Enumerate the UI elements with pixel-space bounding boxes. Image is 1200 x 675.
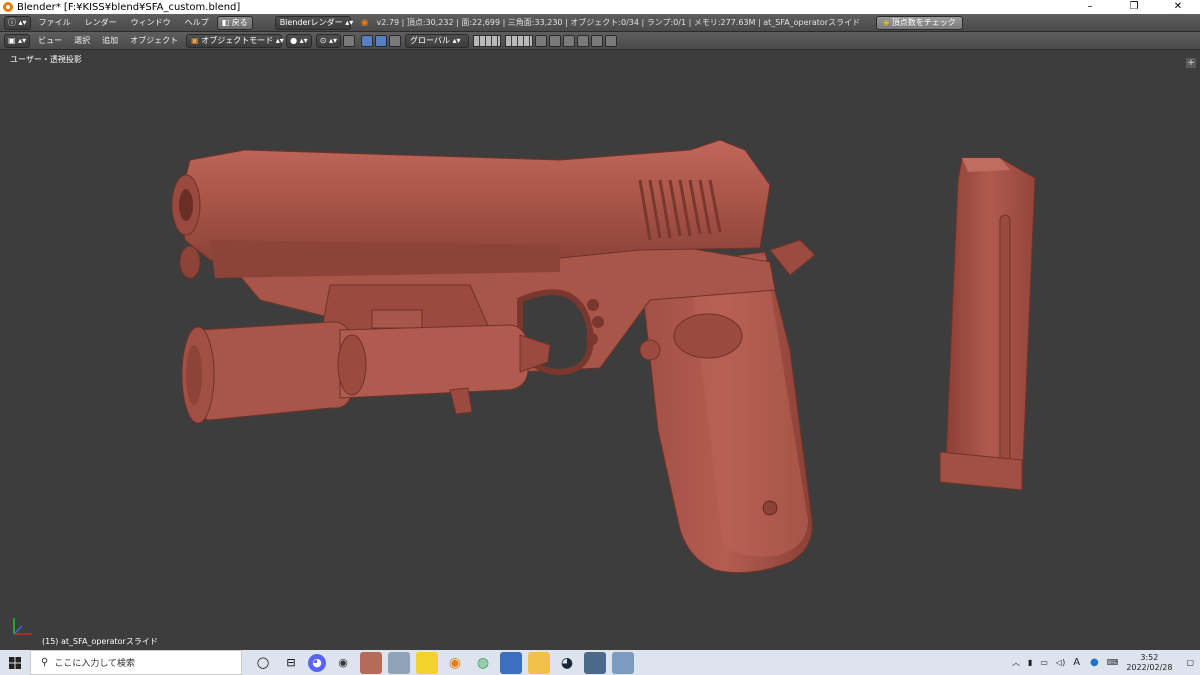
orientation-select[interactable]: グローバル ▴▾: [404, 33, 469, 48]
clock-date: 2022/02/28: [1126, 662, 1173, 672]
layer-buttons-2[interactable]: [504, 34, 533, 47]
back-button[interactable]: ◧ 戻る: [216, 15, 253, 30]
snipping-tool-icon[interactable]: [612, 651, 634, 674]
back-icon: ◧: [221, 17, 232, 27]
proportional-edit-icon[interactable]: [548, 34, 561, 47]
network-icon[interactable]: ▭: [1040, 658, 1048, 667]
check-vertices-button[interactable]: ◈ 頂点数をチェック: [876, 15, 963, 30]
render-engine-label: Blenderレンダー: [279, 17, 343, 27]
discord-icon[interactable]: ◕: [308, 653, 326, 672]
window-titlebar: Blender* [F:¥KISS¥blend¥SFA_custom.blend…: [0, 0, 1200, 14]
character-app-icon[interactable]: [360, 651, 382, 674]
view3d-editor-type-button[interactable]: ▣ ▴▾: [4, 33, 31, 48]
menu-help[interactable]: ヘルプ: [185, 17, 209, 28]
menu-view[interactable]: ビュー: [38, 35, 62, 46]
3d-viewport[interactable]: +: [0, 50, 1200, 650]
snap-target-icon[interactable]: [576, 34, 589, 47]
calculator-icon[interactable]: [584, 651, 606, 674]
system-tray: ︿ ▮ ▭ ◁) A ● ⌨ 3:52 2022/02/28 ▢: [1012, 650, 1200, 675]
snap-icon[interactable]: [562, 34, 575, 47]
file-explorer-icon[interactable]: [528, 651, 550, 674]
blender-taskbar-icon[interactable]: ◉: [444, 652, 466, 674]
photos-app-icon[interactable]: [388, 651, 410, 674]
menu-render[interactable]: レンダー: [85, 17, 117, 28]
windows-logo-icon: [9, 656, 21, 669]
search-placeholder: ここに入力して検索: [54, 659, 136, 669]
sphere-icon: ●: [290, 35, 298, 45]
pistol-body: [171, 139, 816, 574]
chrome-icon[interactable]: ◍: [472, 652, 494, 674]
back-button-label: 戻る: [231, 17, 248, 27]
mode-label: オブジェクトモード: [201, 35, 274, 45]
taskbar-search-box[interactable]: ⚲ ここに入力して検索: [30, 650, 242, 675]
maximize-button[interactable]: ❐: [1112, 0, 1156, 14]
lock-layer-icon[interactable]: [534, 34, 547, 47]
steam-icon[interactable]: ◕: [556, 652, 578, 674]
pistol-model: [171, 139, 1036, 574]
mode-select[interactable]: ▣ オブジェクトモード ▴▾: [186, 33, 284, 48]
blender-logo-icon: ◉: [360, 17, 369, 28]
menu-select[interactable]: 選択: [74, 35, 90, 46]
notification-icon[interactable]: ▢: [1186, 658, 1194, 667]
music-app-icon[interactable]: ◉: [332, 652, 354, 674]
menu-object[interactable]: オブジェクト: [130, 35, 178, 46]
menu-file[interactable]: ファイル: [39, 17, 71, 28]
pivot-icon: ⊙: [319, 35, 327, 45]
manipulator-toggle-icon[interactable]: [342, 34, 355, 47]
search-icon: ⚲: [41, 657, 49, 668]
taskbar-clock[interactable]: 3:52 2022/02/28: [1126, 653, 1172, 673]
translate-icon[interactable]: [360, 34, 373, 47]
scene-stats: v2.79 | 頂点:30,232 | 面:22,699 | 三角面:33,23…: [376, 18, 861, 27]
render-engine-select[interactable]: Blenderレンダー ▴▾: [274, 15, 354, 30]
volume-icon[interactable]: ◁): [1056, 658, 1065, 667]
info-header: ⓘ ▴▾ ファイル レンダー ウィンドウ ヘルプ ◧ 戻る Blenderレンダ…: [0, 14, 1200, 32]
menu-add[interactable]: 追加: [102, 35, 118, 46]
check-vertices-label: 頂点数をチェック: [891, 17, 956, 27]
active-object-status: (15) at_SFA_operatorスライド: [42, 637, 158, 646]
camera-icon[interactable]: [604, 34, 617, 47]
microphone-icon[interactable]: ▮: [1028, 658, 1032, 667]
chevron-up-icon[interactable]: ︿: [1012, 657, 1020, 668]
paint-app-icon[interactable]: [416, 651, 438, 674]
ime-icon[interactable]: A: [1073, 657, 1080, 668]
view3d-header: ▣ ▴▾ ビュー 選択 追加 オブジェクト ▣ オブジェクトモード ▴▾ ● ▴…: [0, 32, 1200, 50]
cube-icon: ▣: [191, 35, 202, 45]
orientation-label: グローバル: [409, 35, 450, 45]
task-view-icon[interactable]: ⊟: [280, 652, 302, 674]
chevron-updown-icon: ▴▾: [345, 17, 354, 27]
shading-select[interactable]: ● ▴▾: [286, 33, 312, 48]
close-button[interactable]: ✕: [1156, 0, 1200, 14]
scale-icon[interactable]: [388, 34, 401, 47]
wrench-icon: ◈: [883, 17, 892, 27]
monitor-app-icon[interactable]: [500, 651, 522, 674]
axis-gizmo-icon: [13, 618, 32, 635]
pivot-select[interactable]: ⊙ ▴▾: [315, 33, 341, 48]
window-title: Blender* [F:¥KISS¥blend¥SFA_custom.blend…: [17, 1, 241, 13]
toolshelf-toggle-button[interactable]: +: [1186, 58, 1196, 68]
onedrive-icon[interactable]: ●: [1090, 657, 1099, 668]
menu-window[interactable]: ウィンドウ: [131, 17, 171, 28]
cortana-icon[interactable]: ◯: [252, 652, 274, 674]
magazine-model: [939, 157, 1036, 491]
layer-buttons-1[interactable]: [472, 34, 501, 47]
minimize-button[interactable]: –: [1068, 0, 1112, 14]
editor-type-button[interactable]: ⓘ ▴▾: [4, 15, 31, 30]
render-preview-icon[interactable]: [590, 34, 603, 47]
start-button[interactable]: [0, 650, 30, 675]
view-perspective-label: ユーザー・透視投影: [10, 55, 82, 64]
keyboard-icon[interactable]: ⌨: [1107, 658, 1119, 667]
blender-logo-icon: [3, 2, 13, 12]
rotate-icon[interactable]: [374, 34, 387, 47]
clock-time: 3:52: [1140, 652, 1159, 662]
